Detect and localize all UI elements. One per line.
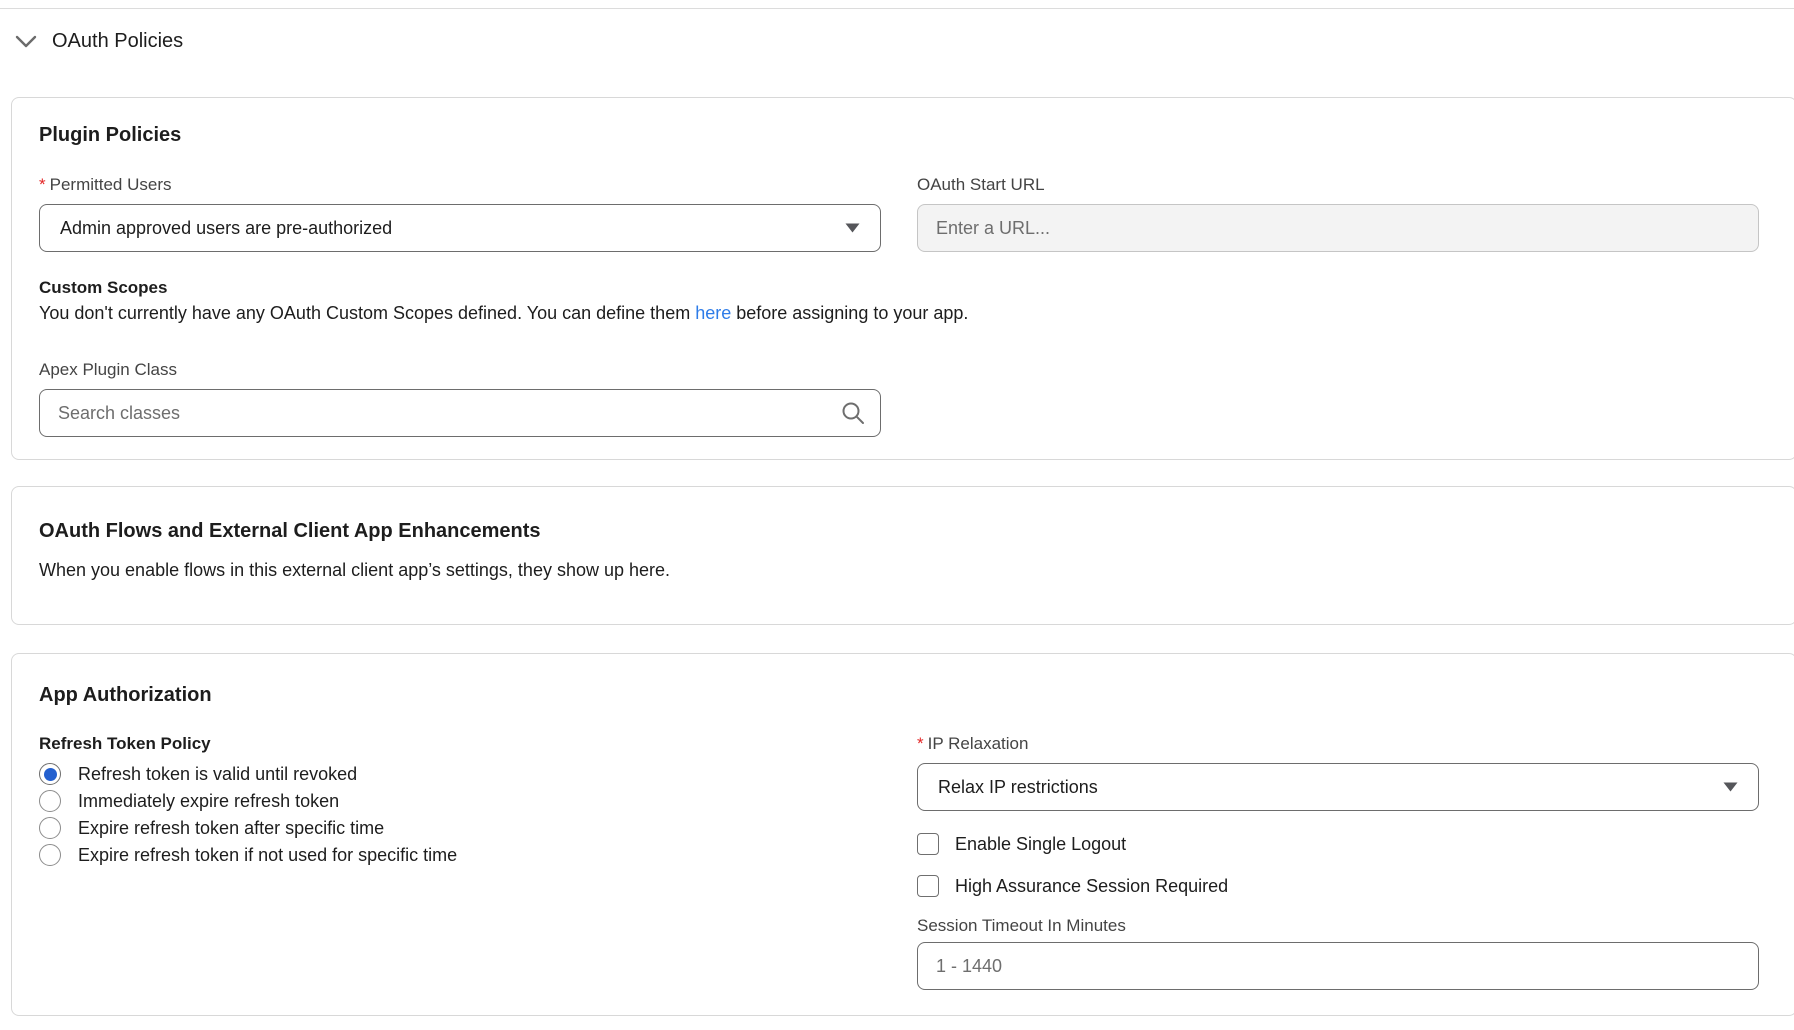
- high-assurance-session-required-checkbox[interactable]: High Assurance Session Required: [917, 875, 1759, 897]
- checkbox-label: Enable Single Logout: [955, 833, 1126, 855]
- checkbox-unchecked-icon: [917, 833, 939, 855]
- permitted-users-selected-value: Admin approved users are pre-authorized: [60, 218, 392, 239]
- radio-expire-refresh-token-if-not-used[interactable]: Expire refresh token if not used for spe…: [39, 844, 881, 866]
- custom-scopes-block: Custom Scopes You don't currently have a…: [39, 278, 1759, 324]
- custom-scopes-text-before: You don't currently have any OAuth Custo…: [39, 303, 695, 323]
- radio-option-label: Expire refresh token if not used for spe…: [78, 844, 457, 866]
- refresh-token-policy-group: Refresh Token Policy Refresh token is va…: [39, 734, 881, 990]
- permitted-users-field: *Permitted Users Admin approved users ar…: [39, 175, 881, 252]
- oauth-flows-card: OAuth Flows and External Client App Enha…: [11, 486, 1794, 625]
- checkbox-unchecked-icon: [917, 875, 939, 897]
- refresh-token-policy-label: Refresh Token Policy: [39, 734, 881, 754]
- custom-scopes-here-link[interactable]: here: [695, 303, 731, 323]
- search-icon: [841, 401, 865, 425]
- oauth-flows-description: When you enable flows in this external c…: [39, 559, 1759, 581]
- ip-relaxation-label: *IP Relaxation: [917, 734, 1759, 754]
- apex-plugin-class-search: [39, 389, 881, 437]
- ip-relaxation-label-text: IP Relaxation: [928, 734, 1029, 753]
- permitted-users-select[interactable]: Admin approved users are pre-authorized: [39, 204, 881, 252]
- apex-plugin-class-label: Apex Plugin Class: [39, 360, 881, 380]
- radio-option-label: Immediately expire refresh token: [78, 790, 339, 812]
- permitted-users-label: *Permitted Users: [39, 175, 881, 195]
- enable-single-logout-checkbox[interactable]: Enable Single Logout: [917, 833, 1759, 855]
- apex-plugin-class-search-input[interactable]: [39, 389, 881, 437]
- apex-plugin-row: Apex Plugin Class: [39, 360, 1759, 437]
- refresh-token-policy-radios: Refresh token is valid until revoked Imm…: [39, 763, 881, 866]
- plugin-policies-field-row: *Permitted Users Admin approved users ar…: [39, 175, 1759, 252]
- chevron-down-icon: [15, 35, 37, 48]
- radio-selected-icon: [39, 763, 61, 785]
- session-timeout-input[interactable]: [917, 942, 1759, 990]
- caret-down-icon: [1723, 782, 1738, 792]
- radio-refresh-token-valid-until-revoked[interactable]: Refresh token is valid until revoked: [39, 763, 881, 785]
- custom-scopes-text: You don't currently have any OAuth Custo…: [39, 302, 1759, 324]
- app-authorization-columns: Refresh Token Policy Refresh token is va…: [39, 734, 1759, 990]
- oauth-start-url-label: OAuth Start URL: [917, 175, 1759, 195]
- spacer-cell: [917, 360, 1759, 437]
- plugin-policies-card: Plugin Policies *Permitted Users Admin a…: [11, 97, 1794, 460]
- radio-option-label: Expire refresh token after specific time: [78, 817, 384, 839]
- app-authorization-heading: App Authorization: [39, 683, 1759, 707]
- app-authorization-right-column: *IP Relaxation Relax IP restrictions Ena…: [917, 734, 1759, 990]
- radio-immediately-expire-refresh-token[interactable]: Immediately expire refresh token: [39, 790, 881, 812]
- ip-relaxation-select[interactable]: Relax IP restrictions: [917, 763, 1759, 811]
- plugin-policies-heading: Plugin Policies: [39, 123, 1759, 147]
- radio-expire-refresh-token-after-time[interactable]: Expire refresh token after specific time: [39, 817, 881, 839]
- required-asterisk: *: [39, 175, 46, 194]
- custom-scopes-heading: Custom Scopes: [39, 278, 1759, 298]
- oauth-policies-section-toggle[interactable]: OAuth Policies: [15, 30, 183, 53]
- session-timeout-label: Session Timeout In Minutes: [917, 916, 1759, 936]
- permitted-users-label-text: Permitted Users: [50, 175, 172, 194]
- checkbox-label: High Assurance Session Required: [955, 875, 1228, 897]
- radio-unselected-icon: [39, 844, 61, 866]
- radio-option-label: Refresh token is valid until revoked: [78, 763, 357, 785]
- caret-down-icon: [845, 223, 860, 233]
- section-title: OAuth Policies: [52, 30, 183, 53]
- oauth-start-url-field: OAuth Start URL: [917, 175, 1759, 252]
- radio-unselected-icon: [39, 790, 61, 812]
- radio-unselected-icon: [39, 817, 61, 839]
- custom-scopes-text-after: before assigning to your app.: [731, 303, 968, 323]
- ip-relaxation-selected-value: Relax IP restrictions: [938, 777, 1098, 798]
- apex-plugin-class-field: Apex Plugin Class: [39, 360, 881, 437]
- oauth-policies-page: OAuth Policies Plugin Policies *Permitte…: [0, 0, 1794, 1030]
- oauth-flows-heading: OAuth Flows and External Client App Enha…: [39, 519, 1759, 543]
- required-asterisk: *: [917, 734, 924, 753]
- section-top-divider: [0, 8, 1794, 9]
- app-authorization-card: App Authorization Refresh Token Policy R…: [11, 653, 1794, 1016]
- oauth-start-url-input: [917, 204, 1759, 252]
